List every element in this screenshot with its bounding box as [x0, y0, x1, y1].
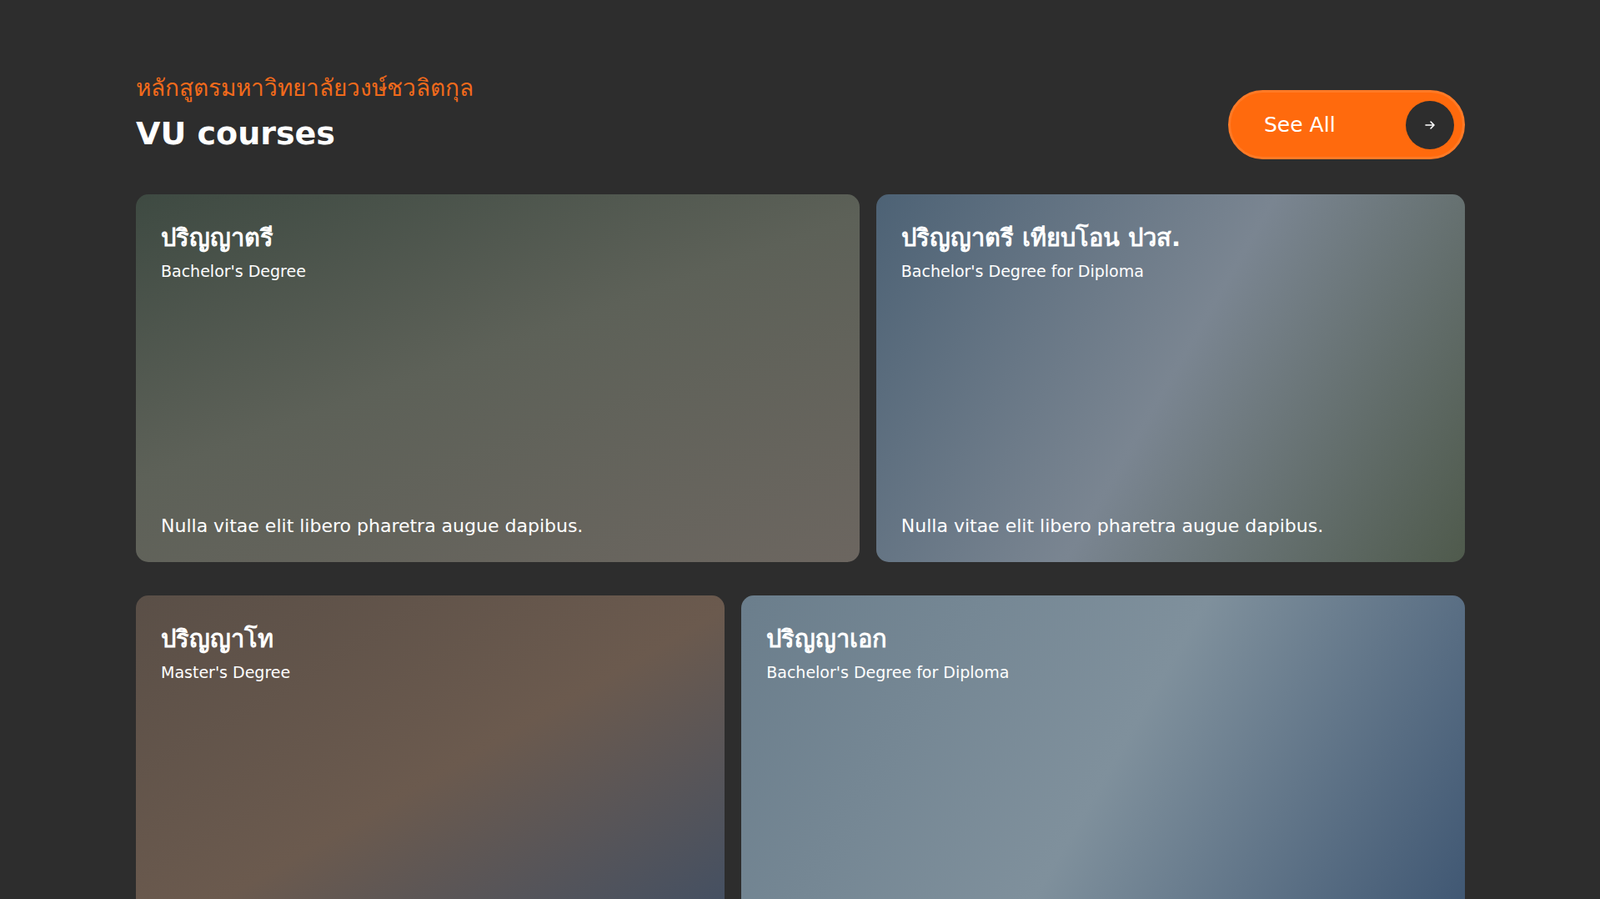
section-header: หลักสูตรมหาวิทยาลัยวงษ์ชวลิตกุล VU course… — [135, 73, 1465, 160]
card-title: ปริญญาเอก — [766, 623, 1440, 656]
card-title: ปริญญาตรี เทียบโอน ปวส. — [901, 222, 1440, 255]
course-row: ปริญญาตรี Bachelor's Degree Nulla vitae el… — [135, 194, 1465, 562]
card-subtitle: Bachelor's Degree for Diploma — [901, 260, 1440, 282]
card-heading: ปริญญาเอก Bachelor's Degree for Diploma — [766, 623, 1440, 683]
courses-section: หลักสูตรมหาวิทยาลัยวงษ์ชวลิตกุล VU course… — [135, 73, 1465, 899]
course-grid: ปริญญาตรี Bachelor's Degree Nulla vitae el… — [135, 194, 1465, 899]
course-row: ปริญญาโท Master's Degree ปริญญาเอก Bachelor… — [135, 595, 1465, 899]
card-title: ปริญญาโท — [160, 623, 700, 656]
card-description: Nulla vitae elit libero pharetra augue d… — [901, 514, 1440, 539]
card-heading: ปริญญาตรี เทียบโอน ปวส. Bachelor's Degree… — [901, 222, 1440, 281]
section-heading: หลักสูตรมหาวิทยาลัยวงษ์ชวลิตกุล VU course… — [135, 73, 474, 154]
arrow-right-icon — [1423, 118, 1437, 132]
section-subtitle: หลักสูตรมหาวิทยาลัยวงษ์ชวลิตกุล — [135, 73, 474, 104]
see-all-label: See All — [1263, 112, 1336, 137]
course-card[interactable]: ปริญญาเอก Bachelor's Degree for Diploma — [741, 595, 1465, 899]
section-title: VU courses — [135, 115, 474, 154]
see-all-button[interactable]: See All — [1228, 90, 1465, 160]
course-card[interactable]: ปริญญาตรี Bachelor's Degree Nulla vitae el… — [135, 194, 860, 562]
card-description: Nulla vitae elit libero pharetra augue d… — [160, 514, 835, 539]
card-title: ปริญญาตรี — [160, 222, 835, 255]
course-card[interactable]: ปริญญาโท Master's Degree — [135, 595, 725, 899]
card-subtitle: Bachelor's Degree for Diploma — [766, 662, 1440, 683]
course-card[interactable]: ปริญญาตรี เทียบโอน ปวส. Bachelor's Degree… — [876, 194, 1465, 562]
card-heading: ปริญญาตรี Bachelor's Degree — [160, 222, 835, 281]
card-heading: ปริญญาโท Master's Degree — [160, 623, 700, 683]
courses-page: หลักสูตรมหาวิทยาลัยวงษ์ชวลิตกุล VU course… — [0, 0, 1600, 899]
card-subtitle: Bachelor's Degree — [160, 260, 835, 282]
arrow-circle — [1405, 100, 1455, 150]
card-subtitle: Master's Degree — [160, 662, 700, 683]
